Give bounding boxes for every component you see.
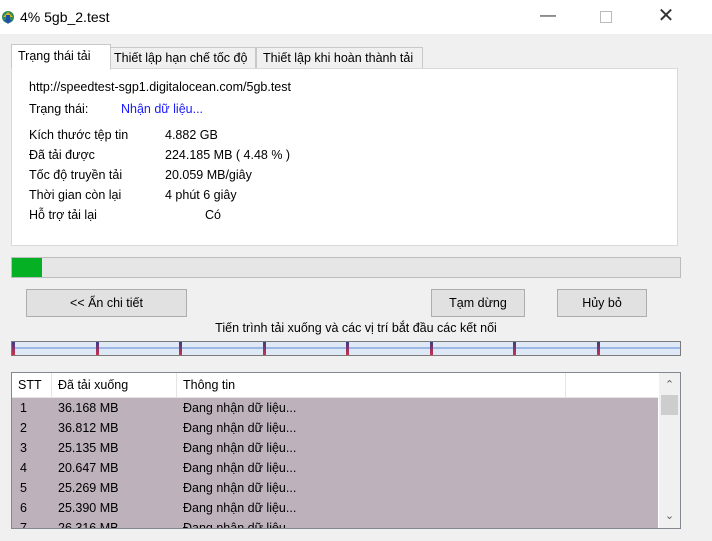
- row-downloaded: 25.390 MB: [58, 501, 119, 515]
- table-row[interactable]: 5 25.269 MB Đang nhận dữ liệu...: [12, 478, 658, 498]
- speed-label: Tốc độ truyền tải: [29, 168, 123, 182]
- tab-speed-limit[interactable]: Thiết lập hạn chế tốc độ: [107, 47, 256, 69]
- row-index: 2: [20, 421, 27, 435]
- cancel-button[interactable]: Hủy bỏ: [557, 289, 647, 317]
- segment-marker: [96, 342, 99, 355]
- size-label: Kích thước tệp tin: [29, 128, 129, 142]
- segment-marker: [179, 342, 182, 355]
- row-info: Đang nhận dữ liệu...: [183, 441, 297, 455]
- minimize-icon: —: [540, 7, 556, 24]
- row-index: 3: [20, 441, 27, 455]
- window-title: 4% 5gb_2.test: [20, 9, 110, 25]
- list-scrollbar[interactable]: ⌃ ⌄: [659, 373, 680, 528]
- status-label: Trạng thái:: [29, 102, 89, 116]
- maximize-icon: [600, 11, 612, 23]
- row-index: 4: [20, 461, 27, 475]
- connections-list[interactable]: STT Đã tải xuống Thông tin 1 36.168 MB Đan…: [11, 372, 681, 529]
- size-value: 4.882 GB: [165, 128, 218, 142]
- row-info: Đang nhận dữ liệu...: [183, 461, 297, 475]
- hide-details-button[interactable]: << Ẩn chi tiết: [26, 289, 187, 317]
- segment-marker: [12, 342, 15, 355]
- scroll-up-icon[interactable]: ⌃: [659, 375, 680, 395]
- tab-on-completion[interactable]: Thiết lập khi hoàn thành tải: [256, 47, 423, 69]
- segments-caption: Tiến trình tải xuống và các vị trí bắt đ…: [215, 321, 497, 335]
- table-row[interactable]: 7 26.316 MB Đang nhận dữ liệu...: [12, 518, 658, 529]
- row-info: Đang nhận dữ liệu...: [183, 501, 297, 515]
- connection-segments-bar: [11, 341, 681, 356]
- close-button[interactable]: ✕: [643, 0, 689, 34]
- status-value: Nhận dữ liệu...: [121, 102, 204, 116]
- row-index: 5: [20, 481, 27, 495]
- progress-fill: [12, 258, 42, 277]
- row-index: 7: [20, 521, 27, 529]
- remaining-value: 4 phút 6 giây: [165, 188, 237, 202]
- segment-marker: [430, 342, 433, 355]
- scroll-down-icon[interactable]: ⌄: [659, 506, 680, 526]
- pause-button[interactable]: Tạm dừng: [431, 289, 525, 317]
- table-row[interactable]: 3 25.135 MB Đang nhận dữ liệu...: [12, 438, 658, 458]
- col-header-index[interactable]: STT: [12, 373, 52, 397]
- row-info: Đang nhận dữ liệu...: [183, 421, 297, 435]
- table-row[interactable]: 6 25.390 MB Đang nhận dữ liệu...: [12, 498, 658, 518]
- col-header-downloaded[interactable]: Đã tải xuống: [52, 373, 177, 397]
- list-header: STT Đã tải xuống Thông tin: [12, 373, 658, 398]
- download-app-icon: [2, 11, 14, 24]
- row-downloaded: 36.168 MB: [58, 401, 119, 415]
- row-info: Đang nhận dữ liệu...: [183, 401, 297, 415]
- segment-marker: [263, 342, 266, 355]
- row-downloaded: 36.812 MB: [58, 421, 119, 435]
- downloaded-value: 224.185 MB ( 4.48 % ): [165, 148, 291, 162]
- table-row[interactable]: 1 36.168 MB Đang nhận dữ liệu...: [12, 398, 658, 418]
- row-downloaded: 26.316 MB: [58, 521, 119, 529]
- downloaded-label: Đã tải được: [29, 148, 95, 162]
- segment-marker: [346, 342, 349, 355]
- table-row[interactable]: 2 36.812 MB Đang nhận dữ liệu...: [12, 418, 658, 438]
- table-row[interactable]: 4 20.647 MB Đang nhận dữ liệu...: [12, 458, 658, 478]
- row-info: Đang nhận dữ liệu...: [183, 521, 297, 529]
- minimize-button[interactable]: —: [525, 0, 571, 34]
- maximize-button[interactable]: [583, 0, 629, 34]
- col-header-info[interactable]: Thông tin: [177, 373, 566, 397]
- row-info: Đang nhận dữ liệu...: [183, 481, 297, 495]
- row-index: 6: [20, 501, 27, 515]
- resume-value: Có: [205, 208, 221, 222]
- segment-marker: [513, 342, 516, 355]
- speed-value: 20.059 MB/giây: [165, 168, 252, 182]
- url-text: http://speedtest-sgp1.digitalocean.com/5…: [29, 80, 291, 94]
- row-index: 1: [20, 401, 27, 415]
- status-panel: http://speedtest-sgp1.digitalocean.com/5…: [11, 68, 678, 246]
- row-downloaded: 20.647 MB: [58, 461, 119, 475]
- tab-download-status[interactable]: Trạng thái tải: [11, 44, 111, 70]
- row-downloaded: 25.135 MB: [58, 441, 119, 455]
- row-downloaded: 25.269 MB: [58, 481, 119, 495]
- resume-label: Hỗ trợ tải lại: [29, 208, 97, 222]
- download-progress-bar: [11, 257, 681, 278]
- close-icon: ✕: [657, 5, 675, 27]
- list-rows: 1 36.168 MB Đang nhận dữ liệu... 2 36.812 MB…: [12, 398, 658, 529]
- remaining-label: Thời gian còn lại: [29, 188, 122, 202]
- scroll-thumb[interactable]: [661, 395, 678, 415]
- segment-marker: [597, 342, 600, 355]
- title-bar: 4% 5gb_2.test — ✕: [0, 0, 712, 34]
